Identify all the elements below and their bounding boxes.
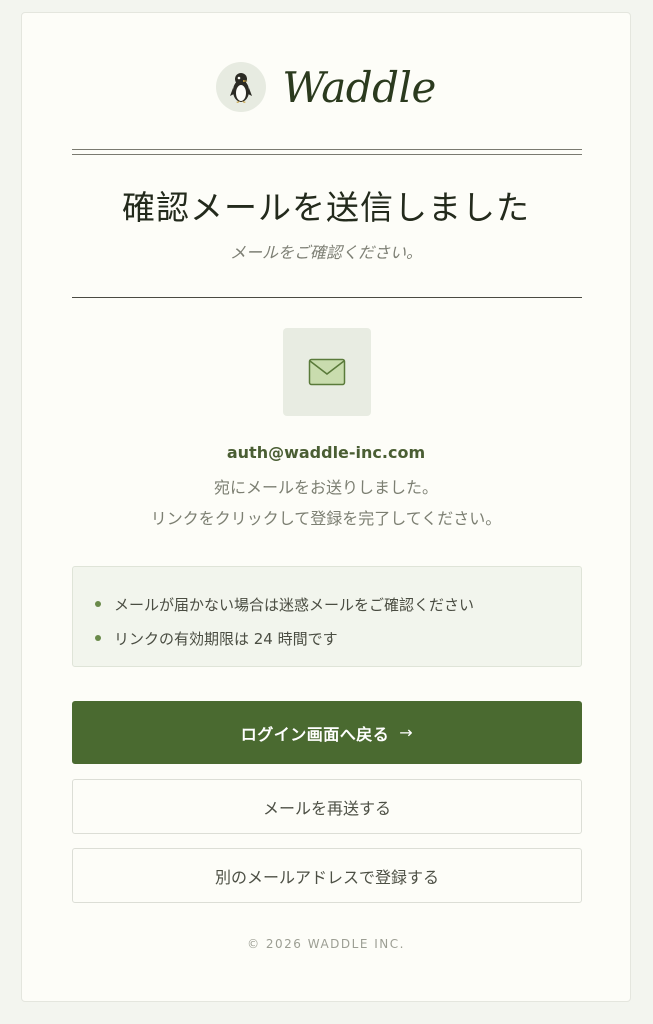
section-divider — [72, 297, 582, 298]
resend-email-button[interactable]: メールを再送する — [72, 779, 582, 834]
instruction-message: リンクをクリックして登録を完了してください。 — [150, 509, 502, 528]
notes-box: メールが届かない場合は迷惑メールをご確認ください リンクの有効期限は 24 時間… — [72, 566, 582, 667]
resend-email-label: メールを再送する — [262, 798, 391, 818]
page-subtitle: メールをご確認ください。 — [229, 243, 422, 262]
brand-name: Waddle — [282, 62, 436, 112]
envelope-icon — [308, 358, 346, 386]
sent-message: 宛にメールをお送りしました。 — [213, 478, 438, 497]
back-to-login-label: ログイン画面へ戻る — [240, 724, 390, 744]
brand-header: Waddle — [22, 61, 630, 113]
register-other-email-button[interactable]: 別のメールアドレスで登録する — [72, 848, 582, 903]
note-text: リンクの有効期限は 24 時間です — [114, 629, 338, 648]
penguin-icon — [216, 62, 267, 112]
envelope-icon-box — [283, 328, 371, 416]
confirmation-card: Waddle 確認メールを送信しました メールをご確認ください。 auth@wa… — [21, 12, 631, 1002]
bullet-icon — [95, 635, 101, 641]
back-to-login-button[interactable]: ログイン画面へ戻る → — [72, 701, 582, 764]
register-other-email-label: 別のメールアドレスで登録する — [214, 867, 439, 887]
page-title: 確認メールを送信しました — [122, 188, 530, 227]
header-divider — [72, 149, 582, 155]
bullet-icon — [95, 601, 101, 607]
footer-copyright: © 2026 WADDLE INC. — [247, 937, 405, 951]
arrow-right-icon: → — [399, 723, 414, 742]
note-item: リンクの有効期限は 24 時間です — [95, 621, 559, 655]
recipient-email: auth@waddle-inc.com — [226, 443, 426, 462]
note-text: メールが届かない場合は迷惑メールをご確認ください — [114, 595, 475, 614]
note-item: メールが届かない場合は迷惑メールをご確認ください — [95, 587, 559, 621]
